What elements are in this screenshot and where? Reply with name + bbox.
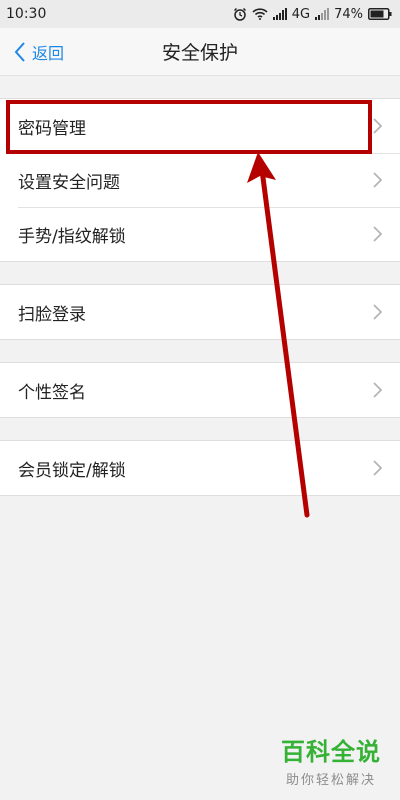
row-label: 设置安全问题 bbox=[18, 172, 120, 193]
settings-group-4: 会员锁定/解锁 bbox=[0, 440, 400, 496]
settings-group-2: 扫脸登录 bbox=[0, 284, 400, 340]
chevron-right-icon bbox=[373, 460, 382, 476]
row-security-question[interactable]: 设置安全问题 bbox=[0, 153, 400, 207]
status-time: 10:30 bbox=[6, 6, 47, 22]
signal-icon bbox=[272, 8, 287, 20]
back-label: 返回 bbox=[32, 44, 65, 63]
row-label: 手势/指纹解锁 bbox=[18, 226, 126, 247]
battery-percent: 74% bbox=[334, 6, 363, 22]
chevron-right-icon bbox=[373, 172, 382, 188]
chevron-left-icon bbox=[14, 42, 25, 62]
row-gesture-fingerprint-unlock[interactable]: 手势/指纹解锁 bbox=[0, 207, 400, 261]
navigation-bar: 返回 安全保护 bbox=[0, 28, 400, 76]
chevron-right-icon bbox=[373, 304, 382, 320]
alarm-icon bbox=[233, 7, 246, 21]
settings-group-3: 个性签名 bbox=[0, 362, 400, 418]
back-button[interactable]: 返回 bbox=[14, 28, 64, 76]
signal-icon-2 bbox=[315, 8, 330, 20]
settings-group-1: 密码管理 设置安全问题 手势/指纹解锁 bbox=[0, 98, 400, 262]
network-type: 4G bbox=[291, 6, 311, 22]
watermark-title: 百科全说 bbox=[281, 738, 381, 766]
chevron-right-icon bbox=[373, 382, 382, 398]
battery-icon bbox=[368, 8, 392, 20]
row-label: 扫脸登录 bbox=[18, 304, 86, 325]
row-password-management[interactable]: 密码管理 bbox=[0, 99, 400, 153]
status-bar: 10:30 4G 74% bbox=[0, 0, 400, 28]
chevron-right-icon bbox=[373, 118, 382, 134]
row-label: 密码管理 bbox=[18, 118, 86, 139]
row-label: 个性签名 bbox=[18, 382, 86, 403]
chevron-right-icon bbox=[373, 226, 382, 242]
watermark-subtitle: 助你轻松解决 bbox=[285, 773, 376, 788]
row-signature[interactable]: 个性签名 bbox=[0, 363, 400, 417]
wifi-icon bbox=[252, 8, 268, 20]
row-label: 会员锁定/解锁 bbox=[18, 460, 126, 481]
row-member-lock[interactable]: 会员锁定/解锁 bbox=[0, 441, 400, 495]
status-icons: 4G 74% bbox=[233, 7, 392, 22]
row-face-login[interactable]: 扫脸登录 bbox=[0, 285, 400, 339]
watermark: 百科全说 助你轻松解决 bbox=[276, 732, 386, 788]
